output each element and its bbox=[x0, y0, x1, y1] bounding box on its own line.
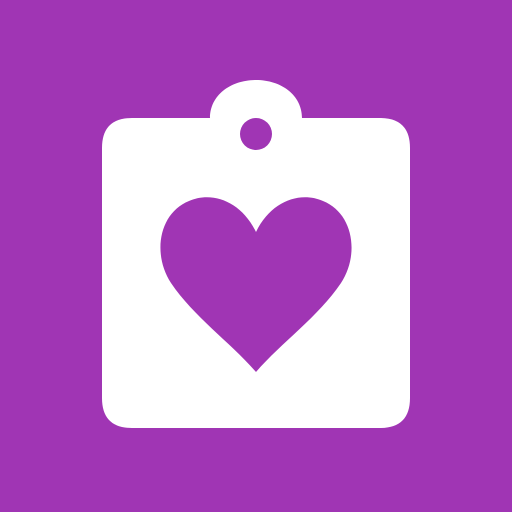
app-icon bbox=[0, 0, 512, 512]
clipboard-heart-icon bbox=[0, 0, 512, 512]
